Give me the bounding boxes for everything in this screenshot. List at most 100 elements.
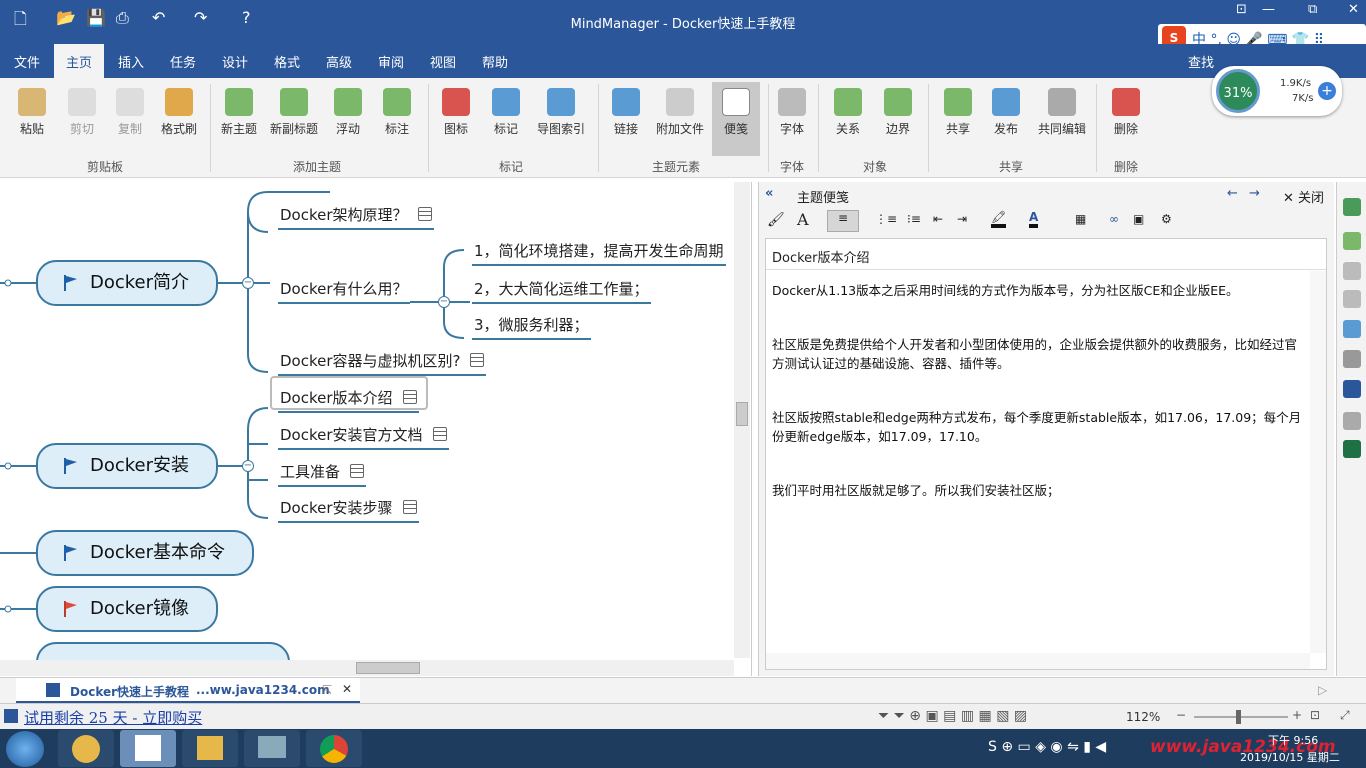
clock-time[interactable]: 下午 9:56 [1268,732,1318,748]
font-button[interactable]: 字体 [772,82,812,156]
highlight-icon[interactable]: 🖍 [991,210,1007,228]
start-button[interactable] [6,731,44,767]
fit-map-icon[interactable]: ⊡ [1310,708,1320,722]
tray-icons[interactable]: S ⊕ ▭ ◈ ◉ ⇋ ▮ ◀ [988,739,1106,755]
horizontal-scrollbar[interactable] [0,660,734,676]
browser-icon[interactable] [1343,412,1361,430]
mind-map-canvas[interactable]: Docker简介 − Docker架构原理？ Docker有什么用？ − 1，简… [0,182,752,676]
overview-icon[interactable] [1343,380,1361,398]
menu-home[interactable]: 主页 [54,44,105,78]
subtopic-official-docs[interactable]: Docker安装官方文档 [278,424,449,450]
topic-docker-commands[interactable]: Docker基本命令 [36,530,254,576]
subtopic-vm-diff[interactable]: Docker容器与虚拟机区别? [278,350,487,376]
copy-button[interactable]: 复制 [108,82,152,156]
table-icon[interactable]: ▦ [1075,212,1086,226]
trial-link[interactable]: 试用剩余 25 天 - 立即购买 [24,707,202,728]
pin-icon[interactable]: ⇱ [322,683,332,697]
subtopic-version[interactable]: Docker版本介绍 [278,387,419,413]
hyperlink-icon[interactable]: ∞ [1109,212,1119,226]
close-button[interactable]: ✕ [1348,2,1359,17]
callout-button[interactable]: 标注 [374,82,420,156]
font-icon[interactable]: A [797,210,809,229]
subtopic-tools[interactable]: 工具准备 [278,461,367,487]
relationship-button[interactable]: 关系 [826,82,870,156]
zoom-slider[interactable] [1194,716,1288,718]
taskbar-remote-desktop[interactable] [244,730,300,767]
collapse-toggle[interactable]: − [242,460,254,472]
topic-docker-image[interactable]: Docker镜像 [36,586,218,632]
note-icon[interactable] [470,353,485,367]
icon-button[interactable]: 图标 [434,82,478,156]
next-arrow-icon[interactable]: → [1249,186,1260,201]
menu-advanced[interactable]: 高级 [326,52,352,71]
share-button[interactable]: 共享 [936,82,980,156]
menu-task[interactable]: 任务 [170,52,196,71]
taskbar-explorer[interactable] [182,730,238,767]
menu-review[interactable]: 审阅 [378,52,404,71]
vertical-scrollbar[interactable] [734,182,750,658]
align-icon[interactable]: ≡ [827,210,859,232]
taskbar-chrome[interactable] [306,730,362,767]
numbered-list-icon[interactable]: ⋮≡ [875,212,897,226]
link-button[interactable]: 链接 [604,82,648,156]
menu-view[interactable]: 视图 [430,52,456,71]
new-topic-button[interactable]: 新主题 [216,82,262,156]
new-subtopic-button[interactable]: 新副标题 [266,82,322,156]
notes-vertical-scrollbar[interactable] [1310,271,1326,653]
scroll-thumb[interactable] [356,662,420,674]
insert-object-icon[interactable]: ⚙ [1161,212,1172,226]
clock-date[interactable]: 2019/10/15 星期二 [1240,749,1340,765]
notes-horizontal-scrollbar[interactable] [766,653,1310,669]
format-painter-button[interactable]: 格式刷 [156,82,202,156]
doc-tab[interactable]: Docker快速上手教程 ...ww.java1234.com ⇱ ✕ [16,678,360,703]
use-item-3[interactable]: 3，微服务利器； [472,314,591,340]
restore-button[interactable]: ⧉ [1308,2,1317,17]
publish-button[interactable]: 发布 [984,82,1028,156]
zoom-thumb[interactable] [1236,710,1241,724]
font-color-icon[interactable]: A [1029,210,1039,228]
menu-insert[interactable]: 插入 [118,52,144,71]
floating-button[interactable]: 浮动 [326,82,370,156]
search-label[interactable]: 查找 [1188,52,1214,71]
co-edit-button[interactable]: 共同编辑 [1034,82,1090,156]
map-index-button[interactable]: 导图索引 [532,82,590,156]
topic-docker-install[interactable]: Docker安装 [36,443,218,489]
topic-docker-intro[interactable]: Docker简介 [36,260,218,306]
tag-button[interactable]: 标记 [484,82,528,156]
taskbar-app-1[interactable] [58,730,114,767]
map-parts-icon[interactable] [1343,290,1361,308]
use-item-2[interactable]: 2，大大简化运维工作量； [472,278,651,304]
brush-icon[interactable]: 🖌 [767,212,785,228]
excel-icon[interactable] [1343,440,1361,458]
minimize-button[interactable]: — [1262,2,1275,17]
collapse-panel-icon[interactable]: « [765,186,773,201]
subtopic-uses[interactable]: Docker有什么用？ [278,278,410,304]
notes-editor[interactable]: Docker版本介绍 Docker从1.13版本之后采用时间线的方式作为版本号，… [765,238,1327,670]
menu-help[interactable]: 帮助 [482,52,508,71]
taskbar-mindmanager[interactable] [120,730,176,767]
boundary-button[interactable]: 边界 [876,82,920,156]
image-icon[interactable]: ▣ [1133,212,1144,226]
delete-button[interactable]: 删除 [1104,82,1148,156]
resources-icon[interactable] [1343,262,1361,280]
library-icon[interactable] [1343,320,1361,338]
plus-icon[interactable]: + [1318,82,1336,100]
menu-file[interactable]: 文件 [14,52,40,71]
close-notes-button[interactable]: ✕ 关闭 [1283,187,1324,206]
filter-icon[interactable]: ⏷ ⏷ ⊕ ▣ ▤ ▥ ▦ ▧ ▨ [878,708,1027,724]
zoom-out-icon[interactable]: − [1176,708,1186,722]
prev-arrow-icon[interactable]: ← [1227,186,1238,201]
close-tab-icon[interactable]: ✕ [342,682,352,696]
note-icon[interactable] [417,207,432,221]
paste-button[interactable]: 粘贴 [10,82,54,156]
outdent-icon[interactable]: ⇤ [933,212,943,226]
bullet-list-icon[interactable]: ⁝≡ [907,212,921,226]
ribbon-display-icon[interactable]: ⊡ [1236,2,1247,17]
note-icon[interactable] [350,464,365,478]
attach-file-button[interactable]: 附加文件 [652,82,708,156]
tab-scroll-right-icon[interactable]: ▷ [1318,683,1327,697]
collapse-toggle[interactable]: − [438,296,450,308]
task-info-icon[interactable] [1343,198,1361,216]
calendar-icon[interactable] [1343,232,1361,250]
menu-format[interactable]: 格式 [274,52,300,71]
